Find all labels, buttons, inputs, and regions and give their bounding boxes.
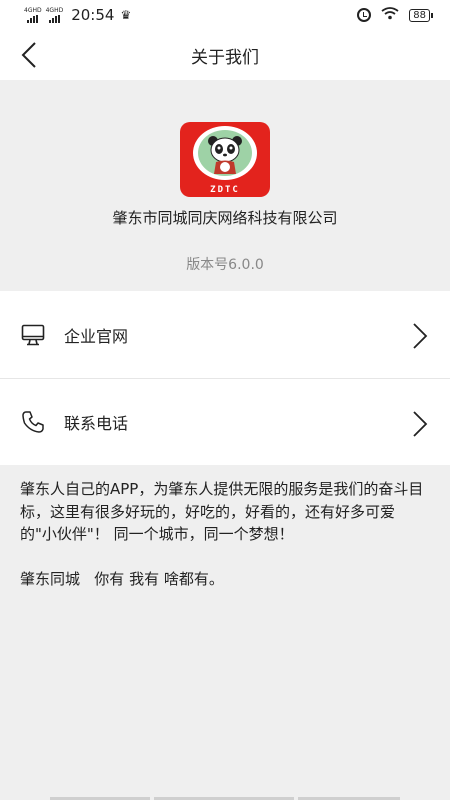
status-time: 20:54 xyxy=(71,6,115,24)
wifi-icon xyxy=(381,6,399,24)
panda-icon xyxy=(208,136,242,174)
company-name: 肇东市同城同庆网络科技有限公司 xyxy=(112,209,338,227)
battery-icon: 88 xyxy=(409,8,433,22)
back-button[interactable] xyxy=(18,42,42,68)
menu-item-phone[interactable]: 联系电话 xyxy=(0,378,450,465)
signal-label: 4GHD xyxy=(45,6,64,14)
signal-icon: 4GHD xyxy=(45,6,64,23)
menu-item-website[interactable]: 企业官网 xyxy=(0,291,450,378)
about-paragraph: 肇东人自己的APP，为肇东人提供无限的服务是我们的奋斗目标，这里有很多好玩的，好… xyxy=(20,480,424,543)
app-info-section: ZDTC 肇东市同城同庆网络科技有限公司 版本号6.0.0 xyxy=(0,80,450,291)
chevron-right-icon xyxy=(413,411,428,437)
about-text: 肇东人自己的APP，为肇东人提供无限的服务是我们的奋斗目标，这里有很多好玩的，好… xyxy=(0,466,450,800)
header: 关于我们 xyxy=(0,30,450,80)
signal-label: 4GHD xyxy=(24,6,42,14)
crown-icon: ♛ xyxy=(120,8,132,22)
app-logo: ZDTC xyxy=(180,122,270,197)
version-text: 版本号6.0.0 xyxy=(186,257,264,273)
monitor-icon xyxy=(20,322,46,348)
about-slogan: 肇东同城 你有 我有 啥都有。 xyxy=(20,570,224,588)
menu-list: 企业官网 联系电话 xyxy=(0,291,450,465)
logo-text: ZDTC xyxy=(210,185,240,195)
status-bar: 4GHD 4GHD 20:54 ♛ 88 xyxy=(0,0,450,30)
menu-item-label: 联系电话 xyxy=(64,414,129,433)
chevron-left-icon xyxy=(21,42,36,68)
page-title: 关于我们 xyxy=(191,47,259,68)
signal-icon: 4GHD xyxy=(24,6,42,23)
phone-icon xyxy=(20,409,46,435)
menu-item-label: 企业官网 xyxy=(64,326,129,346)
chevron-right-icon xyxy=(413,323,428,349)
alarm-icon xyxy=(357,8,372,22)
